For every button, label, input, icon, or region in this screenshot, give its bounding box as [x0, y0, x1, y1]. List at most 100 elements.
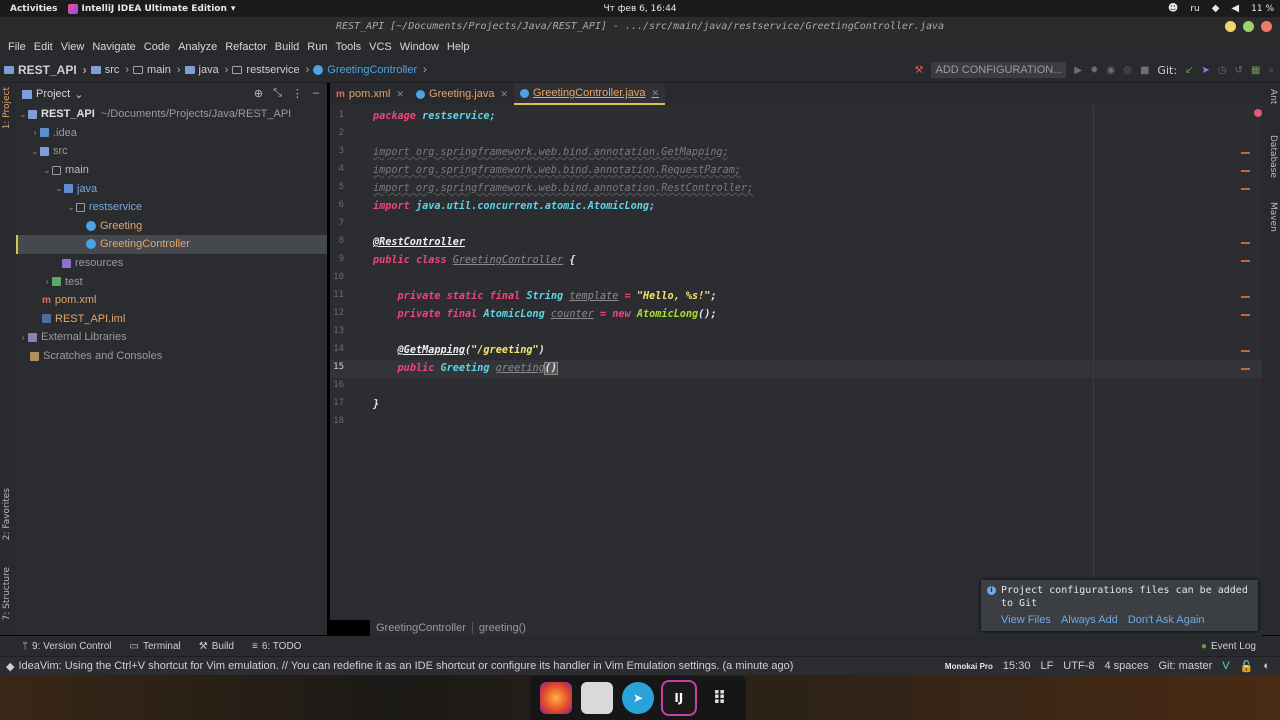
scrollbar-marker[interactable]: [1241, 242, 1250, 244]
tree-item-pom[interactable]: m pom.xml: [16, 291, 327, 310]
battery-indicator[interactable]: 11 %: [1251, 4, 1274, 14]
menu-run[interactable]: Run: [303, 41, 331, 53]
error-indicator-icon[interactable]: [1254, 109, 1262, 117]
scrollbar-marker[interactable]: [1241, 350, 1250, 352]
tab-structure-tool[interactable]: 7: Structure: [2, 567, 12, 621]
tab-greeting-java[interactable]: Greeting.java ✕: [410, 83, 514, 105]
menu-window[interactable]: Window: [396, 41, 443, 53]
breadcrumb-project[interactable]: REST_API ›: [4, 63, 87, 77]
coverage-icon[interactable]: ◉: [1107, 65, 1116, 76]
tab-maven-tool[interactable]: Maven: [1268, 202, 1278, 232]
scrollbar-marker[interactable]: [1241, 368, 1250, 370]
breadcrumb-method[interactable]: greeting(): [473, 622, 532, 634]
wifi-icon[interactable]: ◆: [1212, 3, 1220, 14]
profile-icon[interactable]: ◎: [1123, 65, 1132, 76]
clock[interactable]: Чт фев 6, 16:44: [603, 4, 676, 14]
chevron-down-icon[interactable]: ⌄: [74, 88, 83, 101]
scrollbar-marker[interactable]: [1241, 314, 1250, 316]
scrollbar-marker[interactable]: [1241, 152, 1250, 154]
line-separator[interactable]: LF: [1040, 660, 1053, 672]
expand-arrow-icon[interactable]: ⌄: [66, 203, 76, 212]
tab-pom-xml[interactable]: m pom.xml ✕: [330, 83, 410, 105]
menu-tools[interactable]: Tools: [331, 41, 365, 53]
tree-item-greeting[interactable]: Greeting: [16, 217, 327, 236]
project-view-selector[interactable]: Project: [36, 88, 70, 100]
more-options-icon[interactable]: ⋮: [292, 87, 303, 100]
expand-arrow-icon[interactable]: ⌄: [42, 166, 52, 175]
breadcrumb-src[interactable]: src ›: [90, 64, 129, 76]
tree-item-external-libraries[interactable]: › External Libraries: [16, 328, 327, 347]
expand-arrow-icon[interactable]: ⌄: [30, 147, 40, 156]
tab-database-tool[interactable]: Database: [1268, 135, 1278, 178]
minimize-icon[interactable]: –: [313, 87, 319, 100]
menu-view[interactable]: View: [57, 41, 89, 53]
menu-code[interactable]: Code: [140, 41, 174, 53]
tree-item-src[interactable]: ⌄ src: [16, 142, 327, 161]
maximize-button[interactable]: [1243, 21, 1254, 32]
code-editor[interactable]: 1 2 3 4 5 6 7 8 9 10 11 12 13 14 15 16 1…: [330, 105, 1262, 620]
menu-refactor[interactable]: Refactor: [221, 41, 271, 53]
tree-item-iml[interactable]: REST_API.iml: [16, 310, 327, 329]
intellij-dock-icon[interactable]: IJ: [660, 680, 697, 716]
tree-item-scratches[interactable]: Scratches and Consoles: [16, 347, 327, 366]
expand-arrow-icon[interactable]: ›: [42, 277, 52, 286]
dont-ask-again-link[interactable]: Don't Ask Again: [1128, 614, 1205, 626]
git-history-icon[interactable]: ◷: [1218, 65, 1227, 76]
tab-favorites-tool[interactable]: 2: Favorites: [2, 488, 12, 540]
menu-navigate[interactable]: Navigate: [88, 41, 139, 53]
volume-icon[interactable]: ◀: [1231, 3, 1239, 14]
lock-icon[interactable]: 🔓: [1240, 660, 1254, 673]
always-add-link[interactable]: Always Add: [1061, 614, 1118, 626]
app-menu[interactable]: IntelliJ IDEA Ultimate Edition ▾: [67, 3, 235, 14]
app-grid-icon[interactable]: ⠿: [704, 682, 736, 714]
close-icon[interactable]: ✕: [500, 89, 508, 100]
build-tool[interactable]: ⚒ Build: [199, 641, 234, 652]
tree-item-restservice[interactable]: ⌄ restservice: [16, 198, 327, 217]
line-number-gutter[interactable]: 1 2 3 4 5 6 7 8 9 10 11 12 13 14 15 16 1…: [330, 105, 368, 620]
search-everywhere-icon[interactable]: ⌕: [1268, 65, 1274, 76]
collapse-all-icon[interactable]: ⤡: [273, 87, 282, 100]
close-button[interactable]: [1261, 21, 1272, 32]
stop-icon[interactable]: ■: [1140, 65, 1149, 76]
version-control-tool[interactable]: ᛘ 9: Version Control: [22, 641, 112, 652]
menu-build[interactable]: Build: [271, 41, 303, 53]
hammer-icon[interactable]: ⚒: [915, 65, 924, 76]
add-configuration-button[interactable]: ADD CONFIGURATION...: [931, 62, 1067, 78]
file-encoding[interactable]: UTF-8: [1063, 660, 1094, 672]
event-log-tool[interactable]: ● Event Log: [1201, 641, 1256, 652]
tab-project-tool[interactable]: 1: Project: [2, 87, 12, 129]
breadcrumb-greetingcontroller[interactable]: GreetingController ›: [313, 64, 427, 76]
tree-item-resources[interactable]: resources: [16, 254, 327, 273]
activities-button[interactable]: Activities: [0, 4, 68, 14]
scrollbar-marker[interactable]: [1241, 188, 1250, 190]
menu-vcs[interactable]: VCS: [365, 41, 396, 53]
tree-item-main[interactable]: ⌄ main: [16, 161, 327, 180]
git-rollback-icon[interactable]: ↺: [1235, 65, 1243, 76]
firefox-icon[interactable]: [540, 682, 573, 714]
todo-tool[interactable]: ≡ 6: TODO: [252, 641, 302, 652]
debug-icon[interactable]: ✹: [1090, 65, 1098, 76]
menu-analyze[interactable]: Analyze: [174, 41, 221, 53]
scrollbar-marker[interactable]: [1241, 260, 1250, 262]
minimize-button[interactable]: [1225, 21, 1236, 32]
project-structure-icon[interactable]: ▦: [1251, 65, 1260, 76]
menu-help[interactable]: Help: [443, 41, 474, 53]
tree-item-greetingcontroller[interactable]: GreetingController: [16, 235, 327, 254]
git-branch[interactable]: Git: master: [1159, 660, 1213, 672]
expand-arrow-icon[interactable]: ⌄: [18, 110, 28, 119]
locate-icon[interactable]: ⊕: [254, 87, 263, 100]
breadcrumb-class[interactable]: GreetingController: [370, 622, 472, 634]
tree-item-java[interactable]: ⌄ java: [16, 179, 327, 198]
theme-indicator[interactable]: Monokai Pro: [945, 662, 993, 671]
expand-arrow-icon[interactable]: ⌄: [54, 184, 64, 193]
git-push-icon[interactable]: ➤: [1201, 65, 1209, 76]
keyboard-layout[interactable]: ru: [1190, 4, 1199, 14]
git-update-icon[interactable]: ↙: [1185, 65, 1193, 76]
scrollbar-marker[interactable]: [1241, 296, 1250, 298]
telegram-icon[interactable]: ➤: [621, 682, 654, 714]
caret-position[interactable]: 15:30: [1003, 660, 1031, 672]
indent-setting[interactable]: 4 spaces: [1104, 660, 1148, 672]
tree-item-test[interactable]: › test: [16, 272, 327, 291]
files-icon[interactable]: [581, 682, 614, 714]
menu-edit[interactable]: Edit: [30, 41, 57, 53]
